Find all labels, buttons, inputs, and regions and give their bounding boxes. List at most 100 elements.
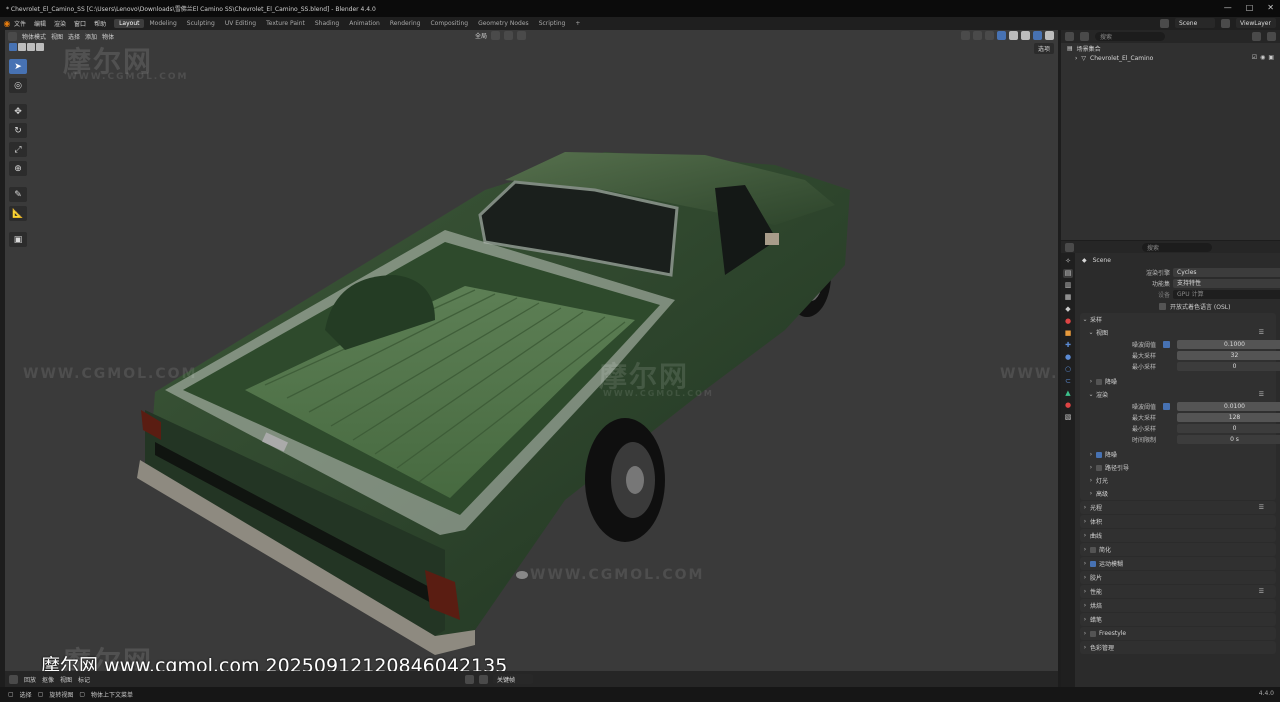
filter-icon[interactable]	[1252, 32, 1261, 41]
grease-pencil-panel[interactable]: › 蜡笔	[1080, 613, 1276, 626]
data-tab-icon[interactable]: ▲	[1063, 389, 1073, 398]
tab-rendering[interactable]: Rendering	[385, 19, 426, 28]
gizmo-icon[interactable]	[973, 31, 982, 40]
annotate-icon[interactable]: ✎	[9, 187, 27, 202]
maximize-button[interactable]: □	[1246, 3, 1254, 12]
menu-window[interactable]: 窗口	[74, 19, 86, 28]
preset-list-icon[interactable]: ☰	[1259, 391, 1264, 398]
viewport-menu-object[interactable]: 物体	[102, 32, 114, 41]
particles-tab-icon[interactable]: ●	[1063, 353, 1073, 362]
feature-set-dropdown[interactable]: 支持特性	[1173, 279, 1280, 288]
add-workspace-button[interactable]: +	[570, 19, 585, 28]
r-denoise-header[interactable]: › 降噪	[1080, 448, 1276, 461]
close-button[interactable]: ✕	[1267, 3, 1274, 12]
shading-rendered-icon[interactable]	[1045, 31, 1054, 40]
scene-selector[interactable]: Scene	[1175, 18, 1215, 28]
tab-modeling[interactable]: Modeling	[144, 19, 181, 28]
timeline-menu-keying[interactable]: 抠像	[42, 675, 54, 684]
scale-icon[interactable]: ⤢	[9, 142, 27, 157]
vp-max-field[interactable]: 32	[1177, 351, 1280, 360]
r-denoise-checkbox[interactable]	[1096, 451, 1102, 458]
physics-tab-icon[interactable]: ○	[1063, 365, 1073, 374]
tab-scripting[interactable]: Scripting	[534, 19, 571, 28]
vp-min-field[interactable]: 0	[1177, 362, 1280, 371]
motion-blur-checkbox[interactable]	[1090, 560, 1096, 567]
add-cube-icon[interactable]: ▣	[9, 232, 27, 247]
render-engine-dropdown[interactable]: Cycles	[1173, 268, 1280, 277]
advanced-header[interactable]: › 高级	[1080, 487, 1276, 500]
simplify-checkbox[interactable]	[1090, 546, 1096, 553]
properties-editor-icon[interactable]	[1065, 242, 1074, 252]
select-new-icon[interactable]	[9, 43, 17, 51]
view-layer-tab-icon[interactable]: ▦	[1063, 293, 1073, 302]
checkbox-icon[interactable]: ☑	[1252, 54, 1257, 61]
tool-tab-icon[interactable]: ✧	[1063, 257, 1073, 266]
preset-list-icon[interactable]: ☰	[1259, 504, 1264, 511]
menu-edit[interactable]: 编辑	[34, 19, 46, 28]
path-guiding-checkbox[interactable]	[1096, 464, 1102, 471]
output-tab-icon[interactable]: ▥	[1063, 281, 1073, 290]
blender-logo-icon[interactable]: ◉	[0, 19, 14, 28]
tab-compositing[interactable]: Compositing	[425, 19, 473, 28]
preset-list-icon[interactable]: ☰	[1259, 329, 1264, 336]
tab-sculpting[interactable]: Sculpting	[182, 19, 220, 28]
outliner-row-object[interactable]: › ▽ Chevrolet_El_Camino ☑ ◉ ▣	[1061, 53, 1280, 63]
volumes-panel[interactable]: › 体积	[1080, 515, 1276, 528]
light-paths-panel[interactable]: › 光程 ☰	[1080, 501, 1276, 514]
outliner-editor-icon[interactable]	[1065, 32, 1074, 41]
select-subtract-icon[interactable]	[27, 43, 35, 51]
pivot-icon[interactable]	[491, 31, 501, 40]
sampling-header[interactable]: ⌄ 采样	[1080, 313, 1276, 326]
eye-icon[interactable]: ◉	[1260, 54, 1265, 61]
record-icon[interactable]	[465, 674, 474, 684]
cursor-select-icon[interactable]: ➤	[9, 59, 27, 74]
render-tab-icon[interactable]: ▤	[1063, 269, 1073, 278]
keying-selector[interactable]: 关键帧	[493, 674, 533, 684]
3d-viewport[interactable]: 摩尔网 WWW.CGMOL.COM WWW.CGMOL.COM 摩尔网 WWW.…	[5, 30, 1058, 671]
world-tab-icon[interactable]: ●	[1063, 317, 1073, 326]
measure-icon[interactable]: 📐	[9, 206, 27, 221]
editor-type-icon[interactable]	[8, 31, 17, 41]
rotate-icon[interactable]: ↻	[9, 123, 27, 138]
viewport-menu-select[interactable]: 选择	[68, 32, 80, 41]
preset-list-icon[interactable]: ☰	[1259, 588, 1264, 595]
display-mode-icon[interactable]	[1080, 32, 1089, 41]
tab-shading[interactable]: Shading	[310, 19, 344, 28]
properties-search-input[interactable]: 搜索	[1142, 242, 1212, 252]
shading-solid-icon[interactable]	[1021, 31, 1030, 40]
new-collection-icon[interactable]	[1267, 32, 1276, 41]
outliner-row-scene-collection[interactable]: ▤ 场景集合	[1061, 43, 1280, 53]
color-management-panel[interactable]: › 色彩管理	[1080, 641, 1276, 654]
viewport-options-button[interactable]: 选项	[1033, 43, 1054, 54]
simplify-panel[interactable]: › 简化	[1080, 543, 1276, 556]
select-invert-icon[interactable]	[36, 43, 44, 51]
shading-wireframe-icon[interactable]	[1009, 31, 1018, 40]
vp-denoise-header[interactable]: › 降噪	[1080, 375, 1276, 388]
performance-panel[interactable]: › 性能 ☰	[1080, 585, 1276, 598]
shading-material-icon[interactable]	[1033, 31, 1042, 40]
modifier-tab-icon[interactable]: ✚	[1063, 341, 1073, 350]
select-extend-icon[interactable]	[18, 43, 26, 51]
r-noise-field[interactable]: 0.0100	[1177, 402, 1280, 411]
timeline-menu-view[interactable]: 视图	[60, 675, 72, 684]
expand-arrow-icon[interactable]: ›	[1075, 55, 1077, 62]
vp-noise-checkbox[interactable]	[1163, 341, 1170, 348]
tab-animation[interactable]: Animation	[344, 19, 385, 28]
menu-file[interactable]: 文件	[14, 19, 26, 28]
minimize-button[interactable]: —	[1224, 3, 1232, 12]
camera-icon[interactable]: ▣	[1268, 54, 1274, 61]
lights-header[interactable]: › 灯光	[1080, 474, 1276, 487]
constraints-tab-icon[interactable]: ⊂	[1063, 377, 1073, 386]
overlay-icon[interactable]	[985, 31, 994, 40]
freestyle-panel[interactable]: › Freestyle	[1080, 627, 1276, 640]
material-tab-icon[interactable]: ●	[1063, 401, 1073, 410]
proportional-edit-icon[interactable]	[517, 31, 527, 40]
xray-icon[interactable]	[997, 31, 1006, 40]
curves-panel[interactable]: › 曲线	[1080, 529, 1276, 542]
menu-help[interactable]: 帮助	[94, 19, 106, 28]
visibility-icon[interactable]	[961, 31, 970, 40]
move-icon[interactable]: ✥	[9, 104, 27, 119]
osl-checkbox[interactable]	[1159, 302, 1166, 310]
film-panel[interactable]: › 胶片	[1080, 571, 1276, 584]
texture-tab-icon[interactable]: ▧	[1063, 413, 1073, 422]
